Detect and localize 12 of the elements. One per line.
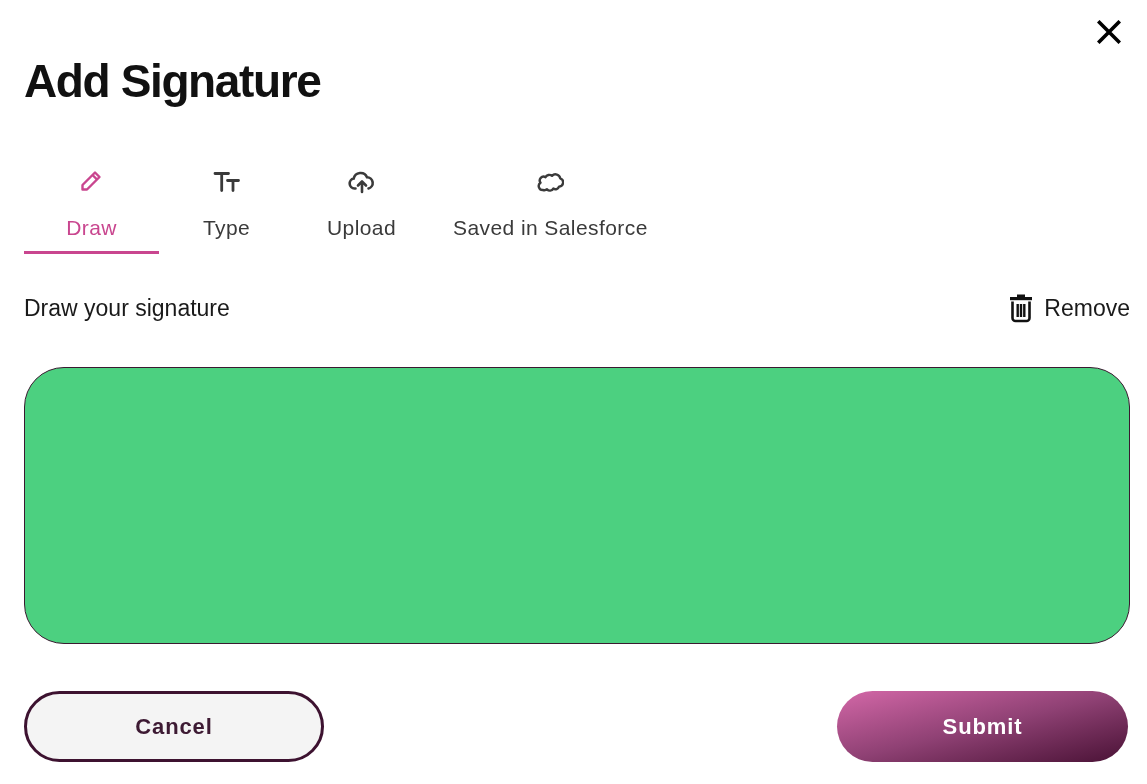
cancel-button[interactable]: Cancel xyxy=(24,691,324,762)
close-icon xyxy=(1097,20,1121,44)
close-button[interactable] xyxy=(1096,19,1122,45)
tab[interactable]: Saved in Salesforce xyxy=(429,161,672,254)
tab[interactable]: Upload xyxy=(294,161,429,254)
signature-instruction: Draw your signature xyxy=(24,294,230,323)
submit-button[interactable]: Submit xyxy=(837,691,1128,762)
dialog-title: Add Signature xyxy=(24,54,321,109)
remove-button[interactable]: Remove xyxy=(1009,292,1130,324)
tab[interactable]: Draw xyxy=(24,161,159,254)
trash-icon xyxy=(1009,293,1034,323)
tab[interactable]: Type xyxy=(159,161,294,254)
